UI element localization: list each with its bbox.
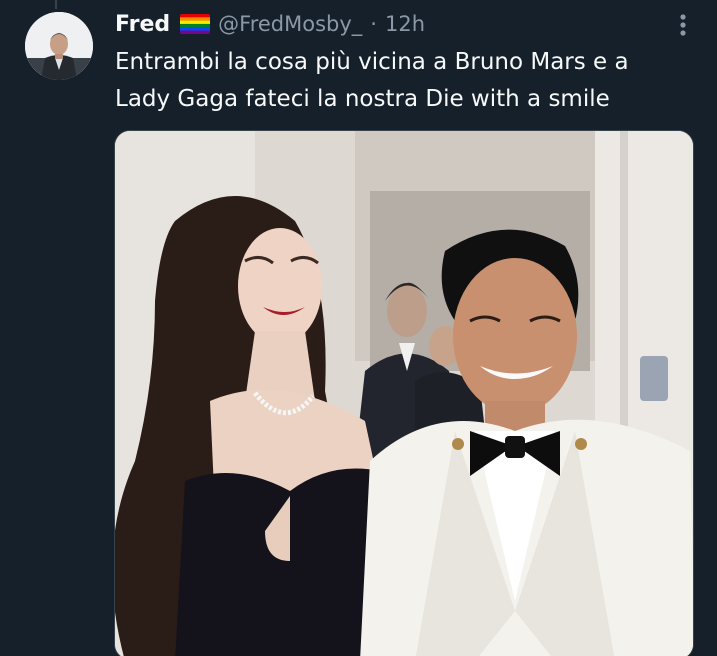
tweet-header: Fred @FredMosby_ · 12h <box>115 9 425 39</box>
thread-connector-line <box>55 0 57 9</box>
user-handle[interactable]: @FredMosby_ <box>218 12 362 36</box>
avatar[interactable] <box>25 12 93 80</box>
rainbow-flag-icon <box>180 14 211 34</box>
photo-image <box>115 131 693 656</box>
ellipsis-icon[interactable] <box>668 12 698 38</box>
tweet-photo[interactable] <box>114 130 694 656</box>
tweet-text: Entrambi la cosa più vicina a Bruno Mars… <box>115 49 629 112</box>
display-name[interactable]: Fred <box>115 12 170 37</box>
avatar-image <box>25 12 93 80</box>
separator-dot: · <box>370 12 377 36</box>
tweet-card[interactable]: Fred @FredMosby_ · 12h Entrambi la cosa … <box>0 0 717 656</box>
timestamp[interactable]: 12h <box>385 12 425 36</box>
